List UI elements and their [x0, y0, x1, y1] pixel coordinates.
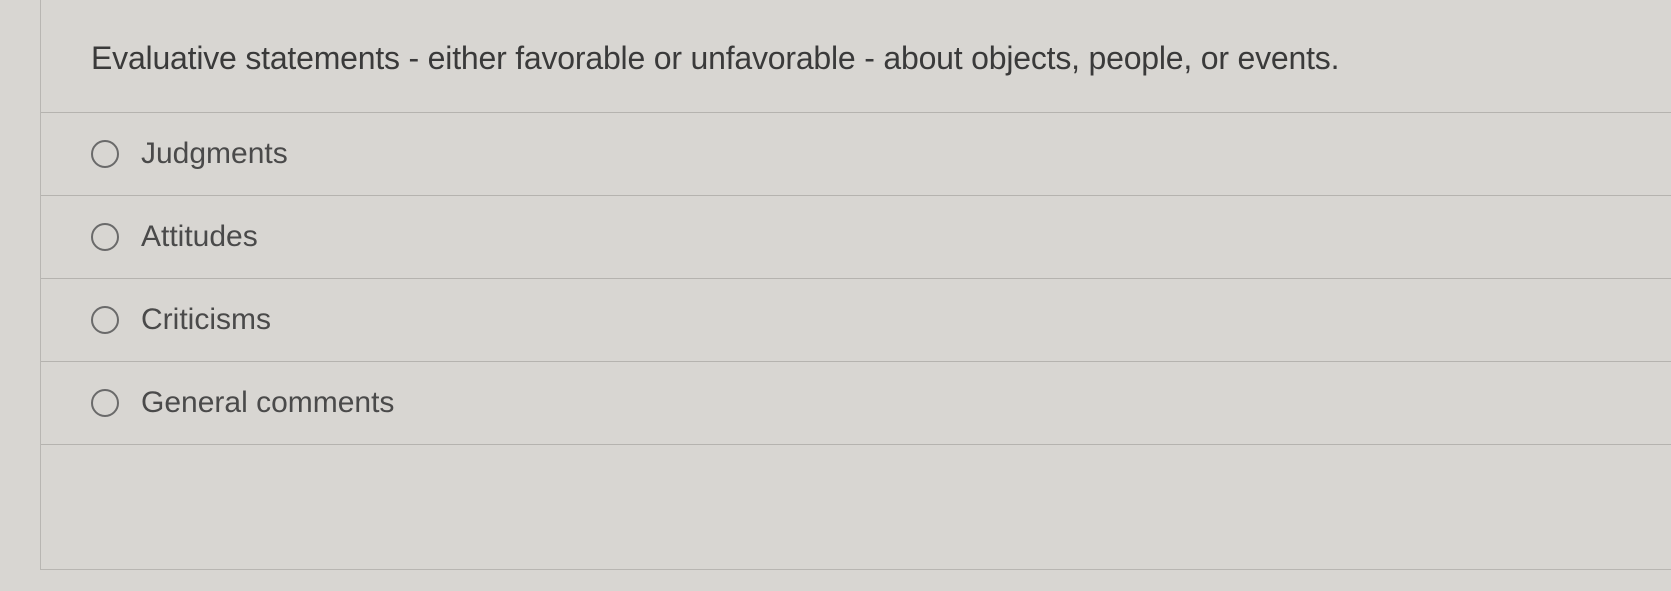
option-criticisms[interactable]: Criticisms	[41, 278, 1671, 361]
option-general-comments[interactable]: General comments	[41, 361, 1671, 445]
options-list: Judgments Attitudes Criticisms General c…	[41, 112, 1671, 445]
radio-icon[interactable]	[91, 306, 119, 334]
question-text: Evaluative statements - either favorable…	[41, 30, 1671, 112]
option-attitudes[interactable]: Attitudes	[41, 195, 1671, 278]
option-label: Criticisms	[141, 303, 271, 337]
option-label: General comments	[141, 386, 394, 420]
option-judgments[interactable]: Judgments	[41, 112, 1671, 195]
option-label: Attitudes	[141, 220, 258, 254]
radio-icon[interactable]	[91, 140, 119, 168]
radio-icon[interactable]	[91, 389, 119, 417]
option-label: Judgments	[141, 137, 288, 171]
quiz-container: Evaluative statements - either favorable…	[40, 0, 1671, 570]
radio-icon[interactable]	[91, 223, 119, 251]
